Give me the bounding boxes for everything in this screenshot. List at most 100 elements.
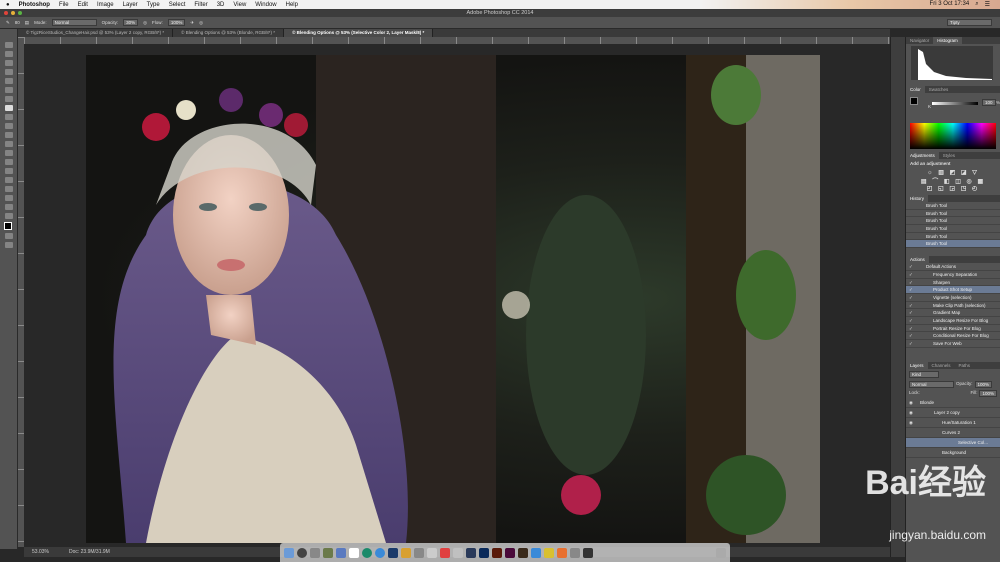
menu-layer[interactable]: Layer [123,2,138,8]
flow-field[interactable]: 100% [167,19,186,26]
pressure-size-icon[interactable]: ◎ [199,20,203,26]
menu-help[interactable]: Help [286,2,298,8]
type-tool-icon[interactable] [5,177,13,183]
menu-select[interactable]: Select [169,2,186,8]
action-item-selected[interactable]: ✓ Product Shot Setup [906,286,1000,294]
action-item[interactable]: ✓ Make Clip Path (selection) [906,302,1000,310]
action-item[interactable]: ✓ Portrait Resize For Blog [906,325,1000,333]
terminal-icon[interactable] [583,547,593,558]
layer-row[interactable]: ◉ Hue/Saturation 1 [906,418,1000,428]
zoom-window-button[interactable] [18,11,22,15]
tab-history[interactable]: History [906,195,929,202]
tab-navigator[interactable]: Navigator [906,37,933,44]
document-canvas[interactable] [86,55,820,543]
screen-mode-icon[interactable] [5,242,13,248]
menu-type[interactable]: Type [147,2,160,8]
history-item[interactable]: Brush Tool [906,210,1000,218]
layer-row[interactable]: ◉ Layer 2 copy [906,408,1000,418]
app-store-icon[interactable] [531,547,541,558]
calendar-icon[interactable] [349,547,359,558]
photoshop-icon[interactable] [479,547,489,558]
app-icon[interactable] [453,547,463,558]
blend-mode-select[interactable]: Normal [909,380,954,388]
apple-icon[interactable]: ● [6,2,10,8]
layer-row-selected[interactable]: Selective Col... [906,437,1000,448]
history-item[interactable]: Brush Tool [906,233,1000,241]
brush-tool-icon[interactable] [5,105,13,111]
bridge-icon[interactable] [518,547,528,558]
mail-icon[interactable] [336,547,346,558]
spotify-icon[interactable] [362,547,372,558]
marquee-tool-icon[interactable] [5,51,13,57]
action-item[interactable]: ✓ Sharpen [906,279,1000,287]
trash-icon[interactable] [716,547,726,558]
app-icon[interactable] [440,547,450,558]
foreground-color[interactable] [910,97,918,105]
pressure-opacity-icon[interactable]: ◎ [143,20,147,26]
mode-select[interactable]: Normal [51,19,97,26]
list-icon[interactable]: ☰ [985,1,990,8]
layer-opacity-field[interactable]: 100% [974,380,993,388]
gradient-tool-icon[interactable] [5,141,13,147]
move-tool-icon[interactable] [5,42,13,48]
menu-edit[interactable]: Edit [78,2,88,8]
tab-paths[interactable]: Paths [955,362,975,369]
action-item[interactable]: ✓ Landscape Resize For Blog [906,317,1000,325]
workspace-select[interactable]: Tipty [947,19,992,26]
shape-tool-icon[interactable] [5,195,13,201]
menu-view[interactable]: View [233,2,246,8]
action-item[interactable]: ✓ Conditional Resize For Blog [906,332,1000,340]
action-item[interactable]: ✓ Gradient Map [906,309,1000,317]
fill-field[interactable]: 100% [979,389,997,397]
layer-row[interactable]: Curves 2 [906,428,1000,438]
layer-filter-select[interactable]: Kind [909,370,939,378]
preview-icon[interactable] [414,547,424,558]
crop-tool-icon[interactable] [5,78,13,84]
action-set[interactable]: ✓ Default Actions [906,263,1000,271]
app-icon[interactable] [544,547,554,558]
opacity-field[interactable]: 30% [123,19,139,26]
illustrator-icon[interactable] [492,547,502,558]
quick-mask-icon[interactable] [5,233,13,239]
safari-icon[interactable] [375,547,385,558]
eraser-tool-icon[interactable] [5,132,13,138]
tab-swatches[interactable]: Swatches [925,86,953,93]
launchpad-icon[interactable] [297,547,307,558]
indesign-icon[interactable] [505,547,515,558]
tab-color[interactable]: Color [906,86,925,93]
quick-select-tool-icon[interactable] [5,69,13,75]
action-item[interactable]: ✓ Vignette (selection) [906,294,1000,302]
clone-tool-icon[interactable] [5,114,13,120]
hand-tool-icon[interactable] [5,204,13,210]
minimize-window-button[interactable] [11,11,15,15]
menu-filter[interactable]: Filter [194,2,207,8]
menu-app[interactable]: Photoshop [19,2,50,8]
search-icon[interactable]: ⌕ [975,1,978,8]
history-item[interactable]: Brush Tool [906,202,1000,210]
healing-tool-icon[interactable] [5,96,13,102]
color-spectrum[interactable] [910,123,996,149]
brush-size[interactable]: 80 [15,20,20,25]
doc-size[interactable]: Doc: 23.9M/31.9M [69,549,110,555]
layer-group-blonde[interactable]: ◉ Blonde [906,398,1000,408]
photos-icon[interactable] [401,547,411,558]
eyedropper-tool-icon[interactable] [5,87,13,93]
history-brush-tool-icon[interactable] [5,123,13,129]
airbrush-icon[interactable]: ✈ [190,20,194,26]
textedit-icon[interactable] [427,547,437,558]
menu-file[interactable]: File [59,2,69,8]
zoom-tool-icon[interactable] [5,213,13,219]
dodge-tool-icon[interactable] [5,159,13,165]
lightroom-icon[interactable] [466,547,476,558]
clock[interactable]: Fri 3 Oct 17:34 [930,1,970,8]
tab-histogram[interactable]: Histogram [933,37,962,44]
tab-layers[interactable]: Layers [906,361,928,369]
tab-document-3[interactable]: © Blending Options @ 53% (Selective Colo… [284,29,434,37]
facetime-icon[interactable] [388,547,398,558]
brush-icon[interactable]: ✎ [6,20,10,26]
action-item[interactable]: ✓ Save For Web [906,340,1000,348]
history-item[interactable]: Brush Tool [906,217,1000,226]
preferences-icon[interactable] [570,547,580,558]
history-item-selected[interactable]: Brush Tool [906,240,1000,249]
blur-tool-icon[interactable] [5,150,13,156]
